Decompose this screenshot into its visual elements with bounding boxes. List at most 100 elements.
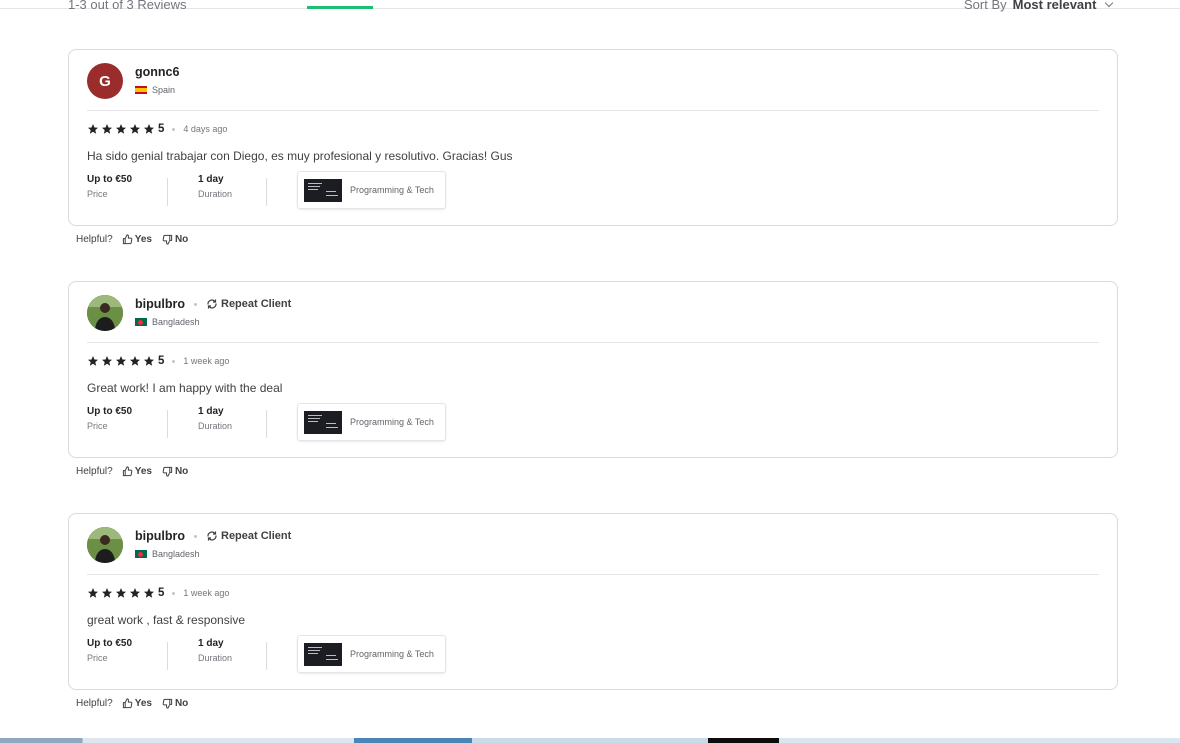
divider <box>266 642 267 670</box>
price-label: Price <box>87 421 108 431</box>
helpful-yes-button[interactable]: Yes <box>122 234 152 245</box>
yes-label: Yes <box>134 698 152 709</box>
thumbs-up-icon <box>122 234 133 245</box>
review-item: G gonnc6 Spain 5 4 days ago Ha sido geni… <box>68 49 1118 245</box>
review-card: bipulbro Repeat Client Bangladesh 5 1 we… <box>68 281 1118 458</box>
helpful-label: Helpful? <box>76 698 113 709</box>
helpful-label: Helpful? <box>76 466 113 477</box>
repeat-icon <box>207 531 217 541</box>
gig-chip[interactable]: Programming & Tech <box>297 635 446 673</box>
thumbs-up-icon <box>122 466 133 477</box>
reviewer-username[interactable]: bipulbro <box>135 529 185 543</box>
review-count: 1-3 out of 3 Reviews <box>68 0 187 12</box>
star-icon <box>102 124 112 134</box>
separator-dot <box>172 127 176 131</box>
rating-value: 5 <box>158 587 165 599</box>
chevron-down-icon[interactable] <box>1105 0 1114 7</box>
rating-value: 5 <box>158 123 165 135</box>
divider <box>266 410 267 438</box>
gig-category: Programming & Tech <box>350 417 434 427</box>
separator-dot <box>172 591 176 595</box>
duration-label: Duration <box>198 189 233 199</box>
review-card: G gonnc6 Spain 5 4 days ago Ha sido geni… <box>68 49 1118 226</box>
repeat-client-badge: Repeat Client <box>206 530 291 542</box>
gig-thumbnail <box>304 178 342 202</box>
duration-label: Duration <box>198 421 233 431</box>
gig-category: Programming & Tech <box>350 185 434 195</box>
sort-dropdown[interactable]: Sort By Most relevant <box>964 0 1114 12</box>
star-icon <box>116 124 126 134</box>
price-value: Up to €50 <box>87 638 133 649</box>
star-icon <box>144 356 154 366</box>
review-card: bipulbro Repeat Client Bangladesh 5 1 we… <box>68 513 1118 690</box>
star-icon <box>130 588 140 598</box>
gig-chip[interactable]: Programming & Tech <box>297 403 446 441</box>
star-icon <box>102 588 112 598</box>
price-label: Price <box>87 189 108 199</box>
helpful-no-button[interactable]: No <box>162 466 188 477</box>
repeat-client-label: Repeat Client <box>221 530 292 542</box>
helpful-row: Helpful? Yes No <box>76 466 198 477</box>
review-comment: Ha sido genial trabajar con Diego, es mu… <box>87 149 513 163</box>
review-comment: great work , fast & responsive <box>87 613 246 627</box>
reviewer-country: Bangladesh <box>152 549 200 559</box>
duration-label: Duration <box>198 653 233 663</box>
helpful-no-button[interactable]: No <box>162 234 188 245</box>
reviewer-country: Spain <box>152 85 176 95</box>
review-time: 1 week ago <box>183 356 230 366</box>
thumbs-up-icon <box>122 698 133 709</box>
user-photo-icon <box>87 295 123 331</box>
star-rating <box>87 123 157 135</box>
review-item: bipulbro Repeat Client Bangladesh 5 1 we… <box>68 281 1118 477</box>
no-label: No <box>174 466 189 477</box>
divider <box>87 110 1099 111</box>
helpful-yes-button[interactable]: Yes <box>122 698 152 709</box>
repeat-icon <box>207 299 217 309</box>
star-icon <box>88 356 98 366</box>
price-info: Up to €50 Price <box>87 638 167 663</box>
star-rating <box>87 587 157 599</box>
active-tab-indicator <box>307 6 373 9</box>
divider <box>266 178 267 206</box>
helpful-yes-button[interactable]: Yes <box>122 466 152 477</box>
price-value: Up to €50 <box>87 174 133 185</box>
thumbs-down-icon <box>162 234 173 245</box>
reviewer-username[interactable]: gonnc6 <box>135 65 179 79</box>
avatar[interactable]: G <box>87 63 123 99</box>
separator-dot <box>194 534 197 538</box>
repeat-client-badge: Repeat Client <box>206 298 291 310</box>
star-icon <box>116 588 126 598</box>
gig-thumbnail <box>304 642 342 666</box>
avatar[interactable] <box>87 295 123 331</box>
helpful-label: Helpful? <box>76 234 113 245</box>
helpful-row: Helpful? Yes No <box>76 234 198 245</box>
star-icon <box>116 356 126 366</box>
star-icon <box>144 588 154 598</box>
divider <box>87 342 1099 343</box>
reviewer-username[interactable]: bipulbro <box>135 297 185 311</box>
user-photo-icon <box>87 527 123 563</box>
divider <box>167 410 168 438</box>
repeat-client-label: Repeat Client <box>221 298 292 310</box>
reviewer-country: Bangladesh <box>152 317 200 327</box>
sort-value[interactable]: Most relevant <box>1013 0 1097 12</box>
gig-category: Programming & Tech <box>350 649 434 659</box>
duration-value: 1 day <box>198 406 224 417</box>
review-item: bipulbro Repeat Client Bangladesh 5 1 we… <box>68 513 1118 709</box>
separator-dot <box>172 359 176 363</box>
yes-label: Yes <box>134 234 152 245</box>
star-rating <box>87 355 157 367</box>
star-icon <box>88 588 98 598</box>
avatar[interactable] <box>87 527 123 563</box>
star-icon <box>102 356 112 366</box>
gig-chip[interactable]: Programming & Tech <box>297 171 446 209</box>
rating-value: 5 <box>158 355 165 367</box>
star-icon <box>130 356 140 366</box>
divider <box>87 574 1099 575</box>
bangladesh-flag-icon <box>135 318 147 326</box>
star-icon <box>88 124 98 134</box>
helpful-no-button[interactable]: No <box>162 698 188 709</box>
price-info: Up to €50 Price <box>87 406 167 431</box>
no-label: No <box>174 698 189 709</box>
duration-info: 1 day Duration <box>198 638 266 663</box>
